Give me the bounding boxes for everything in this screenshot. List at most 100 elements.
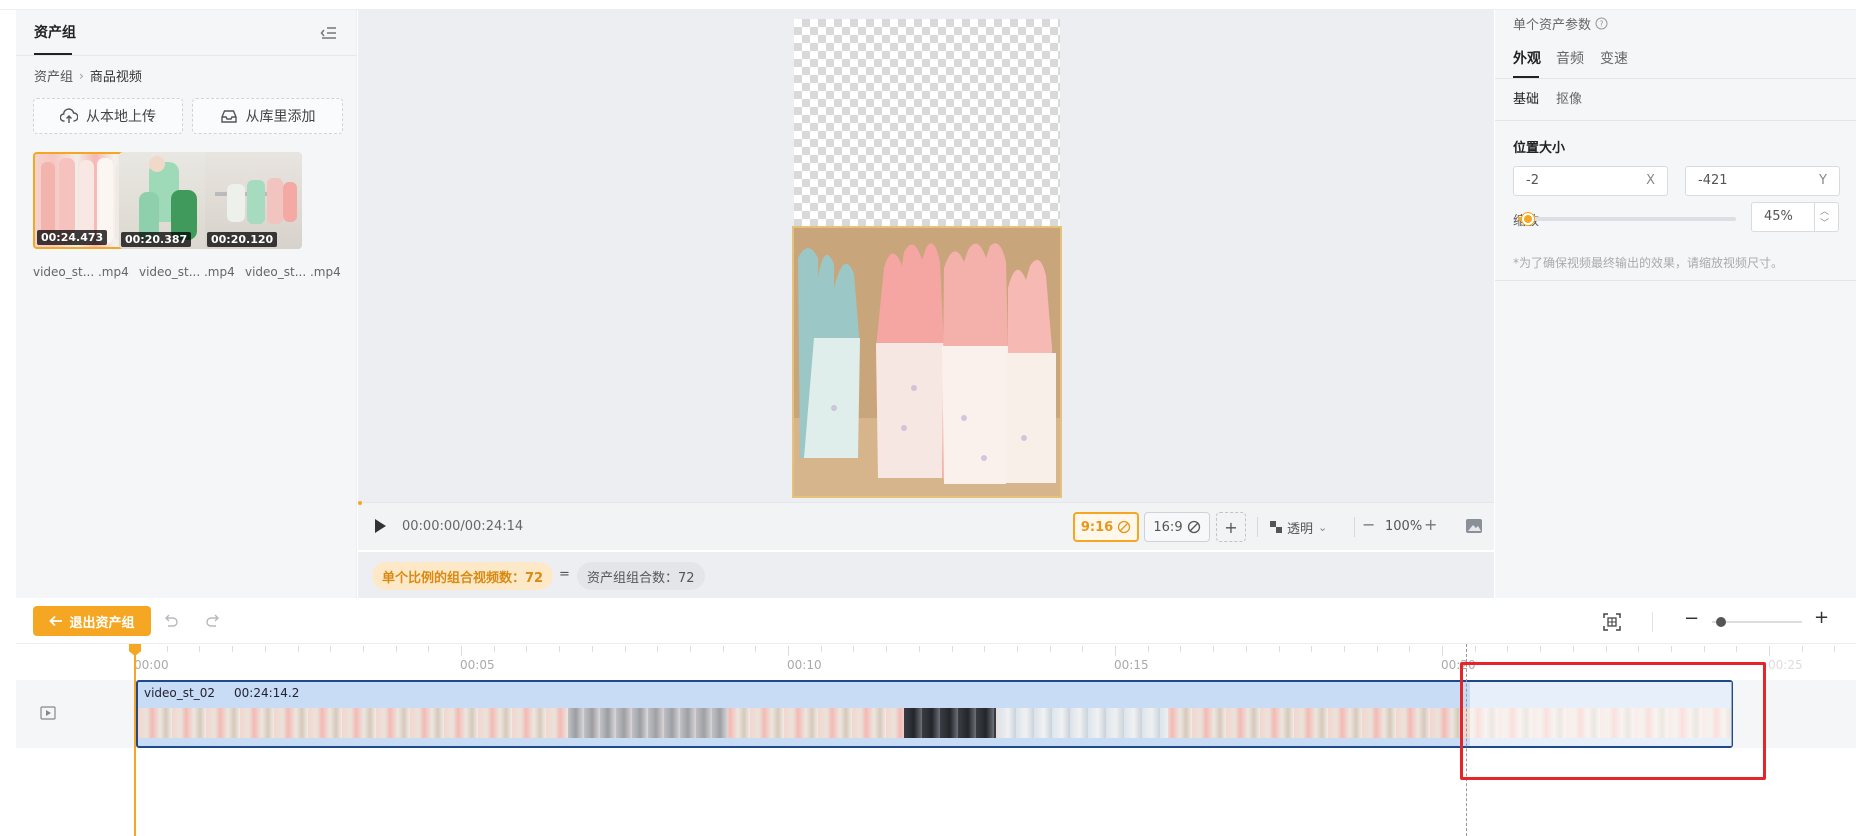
redo-icon bbox=[206, 614, 219, 627]
ratio-9-16-button[interactable]: 9:16 bbox=[1073, 512, 1139, 542]
tab-audio[interactable]: 音频 bbox=[1556, 48, 1584, 68]
playhead[interactable] bbox=[129, 644, 141, 836]
ruler-tick bbox=[1213, 646, 1215, 652]
ruler-tick bbox=[264, 646, 266, 652]
ruler-tick bbox=[689, 646, 691, 652]
ruler-tick bbox=[362, 646, 364, 652]
ruler-tick bbox=[1016, 646, 1018, 652]
total-combos-text: 资产组组合数：72 bbox=[587, 570, 695, 586]
ruler-tick bbox=[1442, 646, 1443, 656]
gloves-video-image bbox=[794, 228, 1060, 496]
ruler-label: 00:10 bbox=[787, 658, 822, 672]
ratio-16-9-button[interactable]: 16:9 bbox=[1144, 512, 1210, 542]
add-from-library-label: 从库里添加 bbox=[245, 109, 316, 125]
ruler-tick bbox=[722, 646, 724, 652]
timeline-zoom-in-button[interactable]: + bbox=[1814, 607, 1829, 628]
ruler-tick bbox=[1605, 646, 1607, 652]
add-from-library-button[interactable]: 从库里添加 bbox=[192, 98, 343, 134]
help-icon[interactable]: ? bbox=[1595, 17, 1608, 30]
asset-duration: 00:24.473 bbox=[37, 230, 108, 245]
asset-params-panel: 单个资产参数 ? 外观 音频 变速 基础 抠像 位置大小 -2 X -421 Y… bbox=[1495, 10, 1856, 598]
ruler-tick bbox=[1801, 646, 1803, 652]
ruler-tick bbox=[1180, 646, 1182, 652]
scale-input[interactable]: 45% ︿ ﹀ bbox=[1751, 202, 1839, 232]
ruler-tick bbox=[1409, 646, 1411, 652]
timeline-toolbar: 退出资产组 − + bbox=[16, 600, 1856, 644]
asset-name: video_st... .mp4 bbox=[33, 265, 129, 279]
plus-icon: + bbox=[1224, 517, 1238, 537]
video-track-icon bbox=[40, 706, 56, 720]
asset-duration: 00:20.387 bbox=[121, 232, 192, 247]
timeline-zoom-slider[interactable] bbox=[1712, 617, 1802, 627]
scale-value: 45% bbox=[1764, 209, 1793, 224]
ruler-label: 00:05 bbox=[460, 658, 495, 672]
upload-local-button[interactable]: 从本地上传 bbox=[33, 98, 183, 134]
subtab-divider bbox=[1495, 120, 1856, 121]
top-strip bbox=[0, 0, 1856, 10]
section-divider bbox=[1495, 280, 1856, 281]
subtab-cutout[interactable]: 抠像 bbox=[1556, 88, 1582, 107]
scale-hint: *为了确保视频最终输出的效果，请缩放视频尺寸。 bbox=[1513, 256, 1784, 270]
fullscreen-preview-button[interactable] bbox=[1465, 518, 1483, 534]
ruler-tick bbox=[559, 646, 561, 652]
asset-thumbnail[interactable]: 00:20.387 bbox=[119, 152, 216, 249]
ruler-tick bbox=[1147, 646, 1149, 652]
collapse-panel-icon[interactable] bbox=[320, 25, 338, 41]
position-size-heading: 位置大小 bbox=[1513, 141, 1566, 156]
track-play-icon[interactable] bbox=[40, 706, 56, 720]
video-preview-frame[interactable] bbox=[792, 226, 1062, 498]
ruler-tick bbox=[330, 646, 332, 652]
svg-text:?: ? bbox=[1599, 20, 1603, 29]
ruler-tick bbox=[1245, 646, 1247, 652]
collapse-icon-svg bbox=[320, 27, 336, 39]
arrow-left-icon bbox=[49, 615, 63, 627]
total-combos-badge: 资产组组合数：72 bbox=[577, 562, 705, 590]
ruler-tick bbox=[526, 646, 528, 652]
timecode: 00:00:00/00:24:14 bbox=[402, 519, 524, 534]
exit-asset-group-button[interactable]: 退出资产组 bbox=[33, 606, 151, 636]
background-select[interactable]: 透明 ⌄ bbox=[1270, 517, 1327, 537]
undo-icon bbox=[165, 614, 178, 627]
zoom-level: 100% bbox=[1385, 519, 1423, 534]
redo-button[interactable] bbox=[204, 612, 222, 630]
ruler-tick bbox=[1834, 646, 1836, 652]
subtab-basic[interactable]: 基础 bbox=[1513, 88, 1539, 107]
position-x-input[interactable]: -2 X bbox=[1513, 166, 1668, 196]
timeline: 00:00 00:05 00:10 00:15 00:20 00:25 vide… bbox=[16, 644, 1856, 836]
position-y-input[interactable]: -421 Y bbox=[1685, 166, 1840, 196]
clip-name: video_st_02 bbox=[144, 686, 216, 700]
stepper-divider bbox=[1814, 203, 1815, 231]
position-x-value: -2 bbox=[1526, 173, 1539, 188]
add-ratio-button[interactable]: + bbox=[1216, 512, 1246, 542]
equals-sign: = bbox=[559, 567, 570, 582]
ruler-tick bbox=[1082, 646, 1084, 652]
timeline-zoom-out-button[interactable]: − bbox=[1684, 608, 1699, 629]
asset-thumbnail[interactable]: 00:20.120 bbox=[205, 152, 302, 249]
clip-duration: 00:24:14.2 bbox=[234, 686, 300, 700]
transparency-icon bbox=[1270, 521, 1282, 533]
zoom-out-button[interactable]: − bbox=[1362, 515, 1375, 534]
ruler-tick bbox=[886, 646, 888, 652]
decrement-icon[interactable]: ﹀ bbox=[1820, 216, 1829, 229]
scale-slider[interactable] bbox=[1518, 213, 1736, 225]
background-select-label: 透明 bbox=[1287, 521, 1314, 537]
ruler-tick bbox=[918, 646, 920, 652]
ruler-tick bbox=[232, 646, 234, 652]
ruler-label: 00:25 bbox=[1768, 658, 1803, 672]
toolbar-divider bbox=[1257, 517, 1258, 537]
chevron-right-icon: › bbox=[79, 68, 84, 83]
play-button[interactable] bbox=[372, 517, 388, 535]
ruler-tick bbox=[853, 646, 855, 652]
combination-summary-bar: 单个比例的组合视频数：72 = 资产组组合数：72 bbox=[358, 552, 1494, 598]
asset-thumbnail[interactable]: 00:24.473 bbox=[33, 152, 130, 249]
ruler-tick bbox=[591, 646, 593, 652]
tab-appearance[interactable]: 外观 bbox=[1513, 48, 1541, 68]
cloud-upload-icon bbox=[60, 108, 78, 123]
breadcrumb-root[interactable]: 资产组 bbox=[34, 66, 73, 85]
undo-button[interactable] bbox=[162, 612, 180, 630]
timeline-zoom-handle[interactable] bbox=[1716, 617, 1726, 627]
tab-speed[interactable]: 变速 bbox=[1600, 48, 1628, 68]
fit-timeline-button[interactable] bbox=[1602, 612, 1622, 632]
zoom-in-button[interactable]: + bbox=[1424, 515, 1437, 534]
ruler-tick bbox=[166, 646, 168, 652]
